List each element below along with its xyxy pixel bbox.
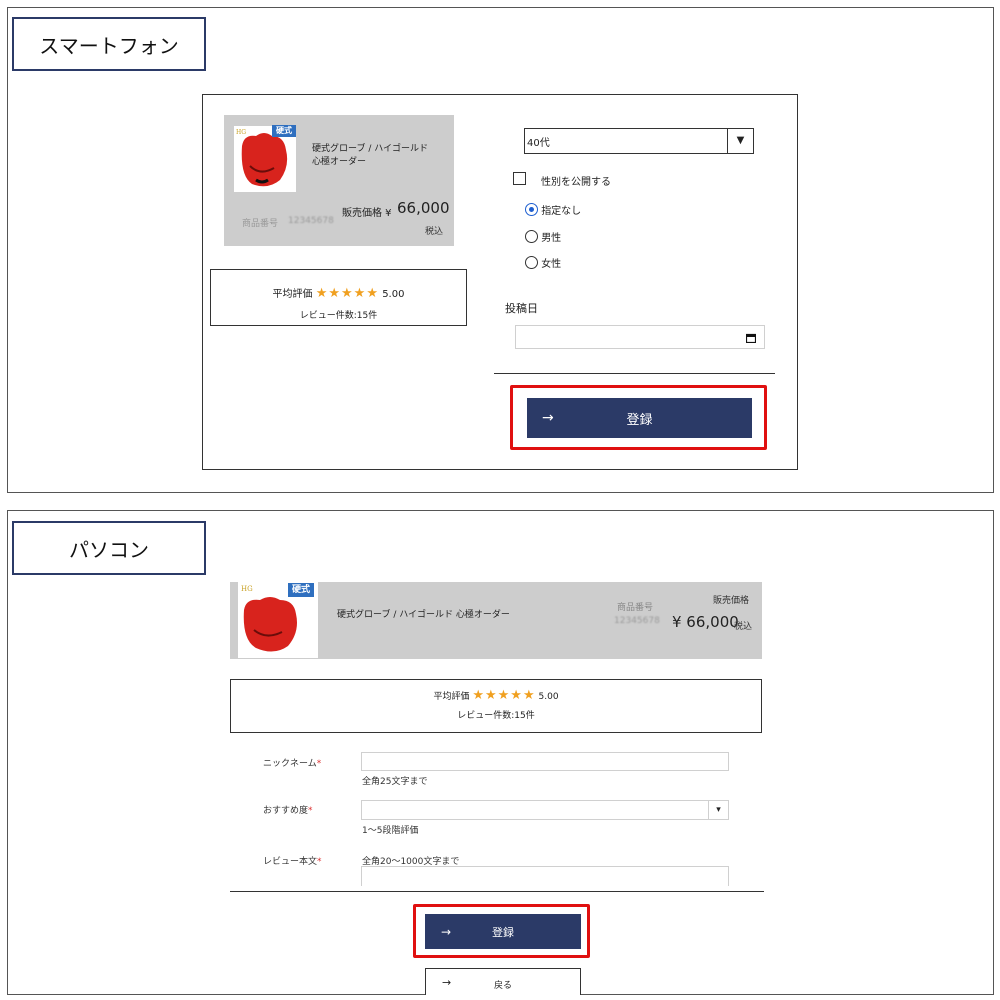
radio-selected-icon[interactable]: [525, 203, 538, 216]
recommend-hint: 1～5段階評価: [362, 826, 419, 836]
gender-option-label: 女性: [541, 259, 562, 270]
rating-label: 平均評価: [272, 289, 313, 300]
product-price-label: 販売価格: [713, 596, 750, 606]
gender-public-checkbox[interactable]: [513, 172, 526, 185]
arrow-right-icon: →: [542, 410, 554, 426]
calendar-icon[interactable]: [746, 333, 756, 343]
chevron-down-icon[interactable]: ▾: [708, 801, 728, 819]
age-select[interactable]: 40代 ▼: [524, 128, 754, 154]
gender-option-female[interactable]: 女性: [525, 255, 561, 270]
review-count: レビュー件数:15件: [457, 711, 535, 721]
rating-score: 5.00: [538, 692, 559, 702]
product-name-line2: 心極オーダー: [312, 157, 367, 167]
submit-label: 登録: [626, 412, 653, 428]
gender-option-label: 男性: [541, 233, 562, 244]
product-code-label: 商品番号: [617, 603, 654, 613]
recommend-label-text: おすすめ度: [263, 806, 309, 816]
svg-text:HG: HG: [236, 129, 246, 136]
product-code-value: 12345678: [288, 216, 334, 226]
post-date-input[interactable]: [515, 325, 765, 349]
age-select-value: 40代: [527, 138, 550, 149]
product-code-value: 12345678: [614, 616, 660, 626]
svg-text:HG: HG: [241, 585, 253, 593]
radio-icon[interactable]: [525, 256, 538, 269]
post-date-label: 投稿日: [505, 302, 538, 315]
rating-summary: 平均評価 ★★★★★ 5.00: [230, 688, 762, 703]
nickname-hint: 全角25文字まで: [362, 777, 428, 787]
back-button[interactable]: → 戻る: [425, 968, 581, 995]
gender-public-label: 性別を公開する: [541, 177, 611, 188]
rating-score: 5.00: [382, 289, 405, 300]
rating-stars: ★★★★★: [472, 688, 536, 703]
gender-option-unspecified[interactable]: 指定なし: [525, 202, 581, 217]
product-badge: 硬式: [288, 583, 314, 597]
back-label: 戻る: [493, 981, 512, 991]
rating-stars: ★★★★★: [315, 286, 379, 301]
nickname-input[interactable]: [361, 752, 729, 771]
submit-button[interactable]: → 登録: [527, 398, 752, 438]
product-price: ¥ 66,000: [672, 613, 739, 631]
pc-section-label: パソコン: [12, 521, 206, 575]
divider: [494, 373, 775, 374]
product-tax: 税込: [734, 622, 753, 632]
product-code-label: 商品番号: [242, 219, 279, 229]
smartphone-section-label: スマートフォン: [12, 17, 206, 71]
review-count: レビュー件数:15件: [299, 311, 378, 321]
product-tax: 税込: [425, 227, 444, 237]
product-name: 硬式グローブ / ハイゴールド 心極オーダー: [337, 610, 510, 620]
product-price: 66,000: [397, 199, 450, 217]
review-textarea[interactable]: [361, 866, 729, 886]
required-mark: *: [316, 759, 322, 769]
submit-button[interactable]: → 登録: [425, 914, 581, 949]
review-label: レビュー本文*: [263, 854, 322, 867]
required-mark: *: [308, 806, 313, 816]
arrow-right-icon: →: [441, 924, 452, 939]
product-price-label: 販売価格 ¥: [342, 208, 392, 219]
recommend-label: おすすめ度*: [263, 803, 313, 816]
nickname-label-text: ニックネーム: [263, 759, 317, 769]
nickname-label: ニックネーム*: [263, 756, 321, 769]
required-mark: *: [317, 857, 322, 867]
product-name: 硬式グローブ / ハイゴールド 心極オーダー: [312, 143, 428, 169]
rating-summary: 平均評価 ★★★★★ 5.00: [210, 285, 467, 301]
review-label-text: レビュー本文: [263, 857, 318, 867]
gender-option-label: 指定なし: [541, 206, 582, 217]
gender-option-male[interactable]: 男性: [525, 229, 561, 244]
radio-icon[interactable]: [525, 230, 538, 243]
product-name-line1: 硬式グローブ / ハイゴールド: [312, 144, 429, 154]
chevron-down-icon[interactable]: ▼: [727, 129, 753, 153]
divider: [230, 891, 764, 892]
rating-label: 平均評価: [433, 692, 470, 702]
recommend-select[interactable]: ▾: [361, 800, 729, 820]
product-badge: 硬式: [272, 125, 296, 137]
